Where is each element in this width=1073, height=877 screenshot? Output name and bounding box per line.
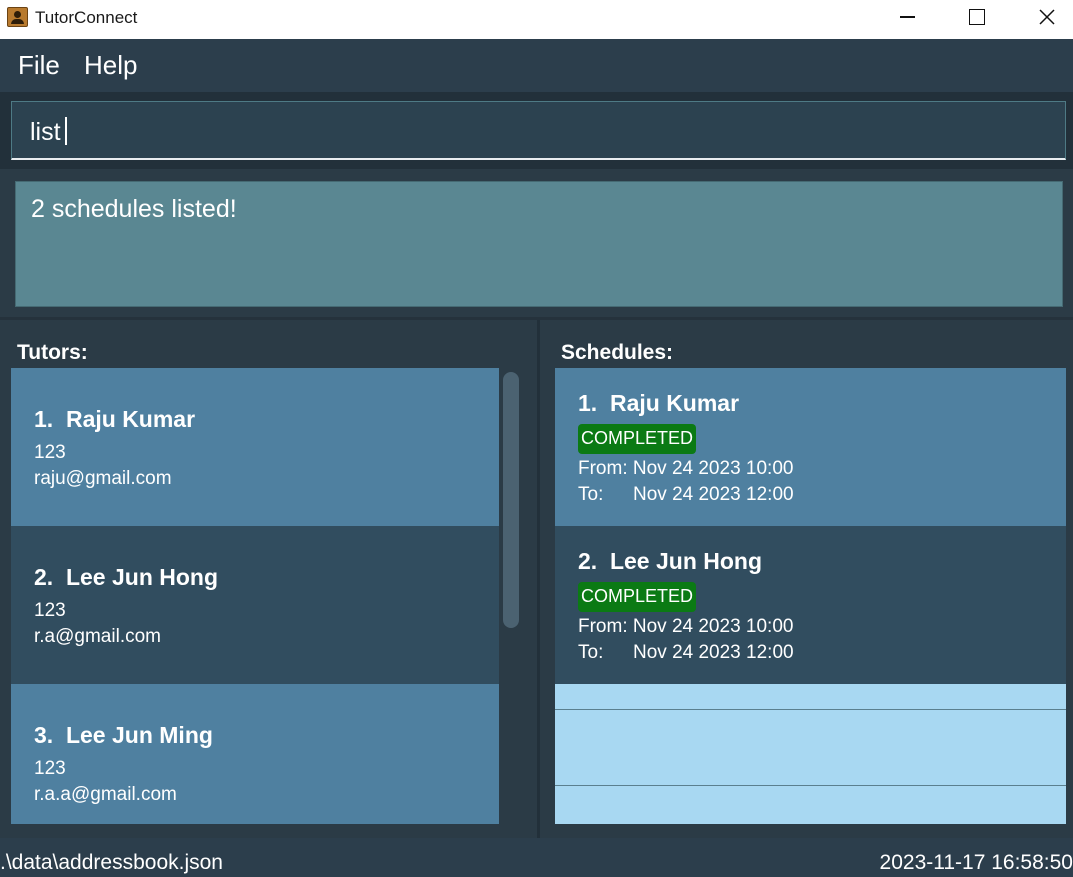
schedule-tutor-name: Lee Jun Hong xyxy=(609,548,763,574)
title-bar: TutorConnect xyxy=(0,0,1073,39)
from-label: From: xyxy=(578,458,628,479)
tutor-email: r.a@gmail.com xyxy=(34,626,161,647)
menu-file[interactable]: File xyxy=(18,50,60,81)
schedule-card[interactable]: 2. Lee Jun Hong COMPLETED From: Nov 24 2… xyxy=(555,526,1066,684)
tutor-index: 2. xyxy=(34,564,54,590)
tutor-email: r.a.a@gmail.com xyxy=(34,784,177,805)
schedule-tutor-name: Raju Kumar xyxy=(609,390,740,416)
command-input[interactable]: list xyxy=(11,101,1066,160)
status-badge: COMPLETED xyxy=(578,582,697,612)
to-label: To: xyxy=(578,484,604,505)
schedule-to: Nov 24 2023 12:00 xyxy=(633,642,794,663)
tutor-card[interactable]: 1. Raju Kumar 123 raju@gmail.com xyxy=(11,368,499,526)
schedule-from: Nov 24 2023 10:00 xyxy=(632,458,794,479)
menu-bar: File Help xyxy=(0,39,1073,92)
tutor-card[interactable]: 2. Lee Jun Hong 123 r.a@gmail.com xyxy=(11,526,499,684)
text-caret xyxy=(64,117,67,145)
schedule-index: 1. xyxy=(578,390,598,416)
result-display: 2 schedules listed! xyxy=(15,181,1063,307)
result-area: 2 schedules listed! xyxy=(0,169,1073,317)
empty-row-divider xyxy=(555,709,1066,710)
last-updated-timestamp: 2023-11-17 16:58:50 xyxy=(879,851,1073,874)
scrollbar-thumb[interactable] xyxy=(503,372,519,628)
status-badge: COMPLETED xyxy=(578,424,697,454)
tutors-heading: Tutors: xyxy=(17,341,88,364)
tutor-phone: 123 xyxy=(34,600,66,621)
minimize-button[interactable] xyxy=(873,0,943,34)
from-label: From: xyxy=(578,616,628,637)
tutor-phone: 123 xyxy=(34,758,66,779)
schedule-card[interactable]: 1. Raju Kumar COMPLETED From: Nov 24 202… xyxy=(555,368,1066,526)
tutor-list-scrollbar[interactable] xyxy=(503,372,519,628)
maximize-button[interactable] xyxy=(942,0,1012,34)
empty-row-divider xyxy=(555,785,1066,786)
schedule-index: 2. xyxy=(578,548,598,574)
window-title: TutorConnect xyxy=(35,8,138,27)
schedule-from: Nov 24 2023 10:00 xyxy=(632,616,794,637)
tutor-name: Raju Kumar xyxy=(65,406,196,432)
command-text: list xyxy=(30,118,61,146)
schedules-panel: Schedules: 1. Raju Kumar COMPLETED From:… xyxy=(540,320,1073,838)
data-file-path: .\data\addressbook.json xyxy=(0,851,223,874)
tutor-list[interactable]: 1. Raju Kumar 123 raju@gmail.com 2. Lee … xyxy=(11,368,499,824)
to-label: To: xyxy=(578,642,604,663)
result-message: 2 schedules listed! xyxy=(31,195,237,223)
tutor-index: 1. xyxy=(34,406,54,432)
schedules-heading: Schedules: xyxy=(561,341,674,364)
tutor-index: 3. xyxy=(34,722,54,748)
contact-book-icon xyxy=(7,7,28,27)
tutors-panel: Tutors: 1. Raju Kumar 123 raju@gmail.com… xyxy=(0,320,537,838)
command-area: list xyxy=(0,92,1073,169)
tutor-email: raju@gmail.com xyxy=(34,468,172,489)
schedule-list[interactable]: 1. Raju Kumar COMPLETED From: Nov 24 202… xyxy=(555,368,1066,824)
close-icon xyxy=(1039,9,1055,25)
tutor-name: Lee Jun Ming xyxy=(65,722,213,748)
status-bar: .\data\addressbook.json 2023-11-17 16:58… xyxy=(0,838,1073,877)
tutor-phone: 123 xyxy=(34,442,66,463)
tutor-name: Lee Jun Hong xyxy=(65,564,219,590)
tutor-card[interactable]: 3. Lee Jun Ming 123 r.a.a@gmail.com xyxy=(11,684,499,824)
schedule-to: Nov 24 2023 12:00 xyxy=(633,484,794,505)
menu-help[interactable]: Help xyxy=(84,50,137,81)
close-button[interactable] xyxy=(1012,0,1073,34)
